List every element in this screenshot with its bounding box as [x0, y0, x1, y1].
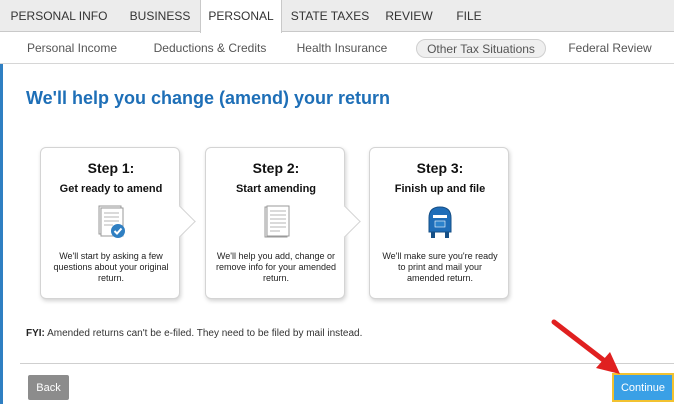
step-2-title: Start amending — [235, 183, 317, 195]
step-3-label: Step 3: — [416, 160, 464, 176]
red-arrow-annotation — [551, 319, 620, 374]
fyi-note: FYI: Amended returns can't be e-filed. T… — [26, 328, 362, 339]
tab-personal-info[interactable]: PERSONAL INFO — [0, 0, 118, 32]
left-edge-accent — [0, 64, 3, 404]
subnav-federal-review[interactable]: Federal Review — [562, 39, 658, 58]
fyi-text: Amended returns can't be e-filed. They n… — [47, 328, 363, 339]
tab-review[interactable]: REVIEW — [378, 0, 440, 32]
step-3-description: We'll make sure you're ready to print an… — [382, 251, 498, 283]
back-button[interactable]: Back — [28, 375, 69, 400]
step-1-title: Get ready to amend — [59, 183, 163, 195]
document-icon — [264, 205, 290, 238]
step-1-card: Step 1: Get ready to amend We'll start b… — [40, 147, 196, 299]
tab-file[interactable]: FILE — [440, 0, 498, 32]
step-3-card: Step 3: Finish up and file We'll make su… — [369, 147, 509, 299]
step-2-description: We'll help you add, change or remove inf… — [215, 251, 337, 283]
top-tab-bar: PERSONAL INFO BUSINESS PERSONAL STATE TA… — [0, 0, 674, 33]
subnav-deductions-credits[interactable]: Deductions & Credits — [150, 39, 270, 58]
document-check-icon — [98, 205, 125, 238]
subnav-health-insurance[interactable]: Health Insurance — [292, 39, 392, 58]
step-2-card: Step 2: Start amending We'll help you ad… — [205, 147, 361, 299]
step-2-label: Step 2: — [252, 160, 300, 176]
fyi-label: FYI: — [26, 328, 45, 339]
step-1-description: We'll start by asking a few questions ab… — [53, 251, 169, 283]
step-1-label: Step 1: — [87, 160, 135, 176]
step-connector — [163, 205, 196, 238]
step-connector — [328, 205, 361, 238]
page-title: We'll help you change (amend) your retur… — [26, 88, 390, 108]
subnav-other-tax-situations[interactable]: Other Tax Situations — [416, 39, 546, 58]
tab-personal[interactable]: PERSONAL — [200, 0, 282, 33]
subnav-personal-income[interactable]: Personal Income — [20, 39, 124, 58]
tab-state-taxes[interactable]: STATE TAXES — [282, 0, 378, 32]
tab-business[interactable]: BUSINESS — [120, 0, 200, 32]
sub-navigation: Personal Income Deductions & Credits Hea… — [0, 33, 674, 64]
mailbox-icon — [428, 206, 452, 238]
step-3-title: Finish up and file — [394, 183, 486, 195]
